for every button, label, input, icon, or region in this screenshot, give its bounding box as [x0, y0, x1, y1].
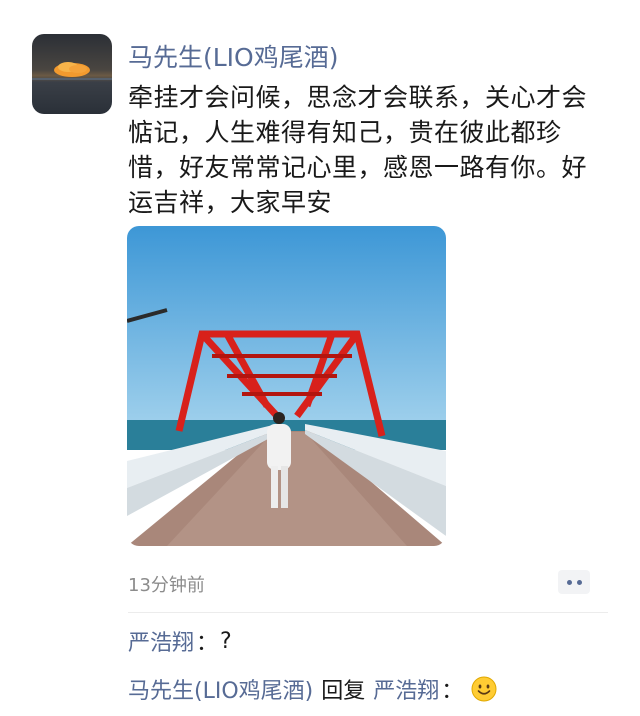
sunset-avatar-image: [32, 34, 112, 114]
post-author-name[interactable]: 马先生(LIO鸡尾酒): [128, 38, 339, 74]
comment-author[interactable]: 马先生(LIO鸡尾酒): [128, 673, 313, 705]
comment-author[interactable]: 严浩翔: [128, 625, 194, 657]
more-dot-icon: [566, 579, 572, 585]
post-time: 13分钟前: [128, 575, 205, 596]
reply-target-name[interactable]: 严浩翔: [373, 673, 439, 705]
comment-separator: ：: [196, 631, 219, 656]
smile-emoji-icon: [471, 676, 497, 702]
comments-divider: [128, 612, 608, 613]
red-bridge-photo: [127, 226, 446, 546]
reply-word: 回复: [321, 679, 366, 704]
more-options-button[interactable]: [558, 570, 590, 594]
avatar[interactable]: [32, 34, 112, 114]
post-content-text: 牵挂才会问候，思念才会联系，关心才会惦记，人生难得有知己，贵在彼此都珍惜，好友常…: [128, 83, 588, 217]
post-photo[interactable]: [127, 226, 446, 546]
comment-item[interactable]: 严浩翔 ： ?: [128, 625, 232, 657]
comment-text: ?: [220, 628, 232, 654]
more-dot-icon: [576, 579, 582, 585]
comment-item[interactable]: 马先生(LIO鸡尾酒) 回复 严浩翔 ：: [128, 673, 497, 705]
comment-separator: ：: [441, 679, 464, 704]
